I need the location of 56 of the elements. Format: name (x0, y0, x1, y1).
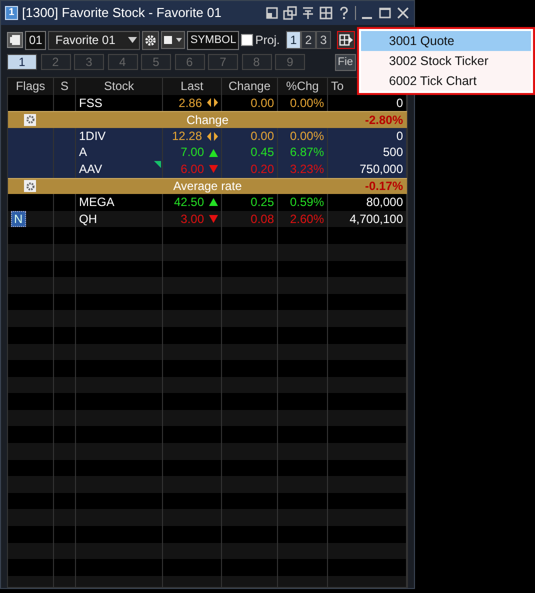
stock-symbol[interactable]: QH (79, 212, 97, 226)
fields-button[interactable]: Fie (334, 54, 356, 70)
flag-tag: N (11, 210, 26, 227)
group-change: -2.80% (364, 112, 403, 128)
set-tab[interactable]: 3 (316, 31, 331, 49)
column-header[interactable]: Stock (104, 79, 134, 93)
percent-change: 0.59% (290, 195, 324, 210)
percent-change: 2.60% (290, 212, 324, 226)
price-change: 0.08 (250, 212, 274, 226)
column-header[interactable]: %Chg (286, 79, 319, 93)
stock-symbol[interactable]: 1DIV (79, 128, 106, 143)
menu-item[interactable]: 3001 Quote (361, 31, 531, 51)
volume: 4,700,100 (350, 212, 403, 226)
set-tab[interactable]: 2 (300, 31, 316, 49)
page-tab[interactable]: 1 (7, 54, 37, 70)
column-header[interactable]: Last (180, 79, 204, 93)
last-price: 3.00 (180, 210, 204, 228)
window-title: [1300] Favorite Stock - Favorite 01 (22, 4, 222, 22)
checkbox-label: Proj. (255, 32, 280, 49)
price-change: 0.00 (250, 96, 274, 110)
price-change: 0.25 (250, 195, 274, 210)
last-price: 7.00 (180, 144, 204, 161)
column-header[interactable]: S (60, 79, 68, 93)
price-change: 0.20 (250, 162, 274, 176)
stock-symbol[interactable]: AAV (79, 162, 102, 176)
last-price: 42.50 (174, 194, 204, 211)
column-header[interactable]: Flags (16, 79, 46, 93)
percent-change: 0.00% (290, 96, 324, 110)
column-header[interactable]: To (331, 79, 344, 93)
stock-symbol[interactable]: FSS (79, 96, 102, 110)
volume: 500 (382, 145, 403, 160)
window-badge: 1 (5, 6, 18, 20)
percent-change: 6.87% (290, 145, 324, 160)
menu-item[interactable]: 6002 Tick Chart (361, 71, 531, 91)
volume: 0 (396, 128, 403, 143)
stock-symbol[interactable]: MEGA (79, 195, 114, 210)
column-header[interactable]: Change (228, 79, 271, 93)
stock-symbol[interactable]: A (79, 145, 88, 160)
volume: 80,000 (366, 195, 403, 210)
group-change: -0.17% (364, 178, 403, 195)
menu-item[interactable]: 3002 Stock Ticker (361, 51, 531, 71)
price-change: 0.45 (250, 145, 274, 160)
set-tab[interactable]: 1 (286, 31, 301, 49)
symbol-field[interactable]: SYMBOL (187, 30, 240, 50)
group-label: Average rate (173, 178, 242, 195)
percent-change: 0.00% (290, 128, 324, 143)
list-dropdown[interactable]: Favorite 01 (48, 30, 140, 50)
volume: 750,000 (360, 162, 403, 176)
last-price: 6.00 (180, 160, 204, 178)
group-label: Change (186, 112, 229, 128)
price-change: 0.00 (250, 128, 274, 143)
code-field[interactable]: 01 (25, 30, 46, 50)
volume: 0 (396, 96, 403, 110)
last-price: 12.28 (172, 128, 202, 144)
last-price: 2.86 (178, 94, 202, 112)
percent-change: 3.23% (290, 162, 324, 176)
